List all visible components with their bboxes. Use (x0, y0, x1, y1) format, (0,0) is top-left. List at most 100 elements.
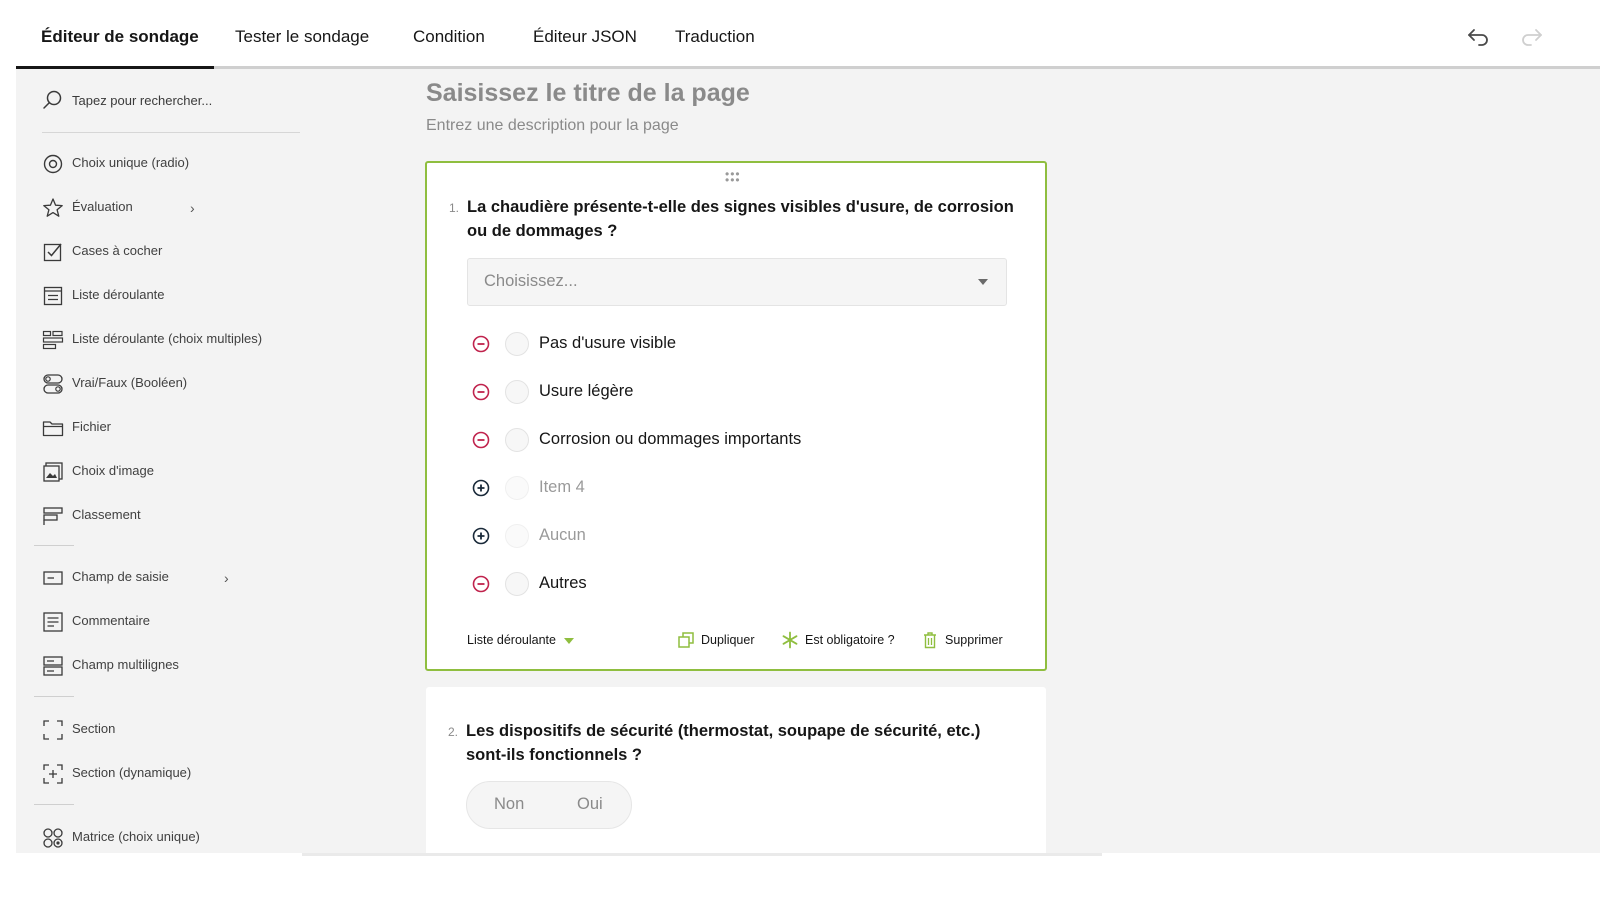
choice-item: Usure légère (471, 377, 1011, 407)
image-icon (43, 462, 63, 482)
tool-panel[interactable]: Section (42, 716, 402, 744)
tool-comment[interactable]: Commentaire (42, 608, 402, 636)
remove-choice-icon[interactable] (471, 430, 491, 450)
drag-handle-icon[interactable]: ••• ••• (725, 168, 741, 186)
multiline-icon (43, 656, 63, 676)
tool-label: Choix unique (radio) (72, 155, 190, 170)
choice-label[interactable]: Item 4 (539, 478, 585, 497)
dynamic-section-icon (43, 764, 63, 784)
tool-label: Fichier (72, 419, 112, 434)
divider (34, 696, 74, 697)
choice-item: Pas d'usure visible (471, 329, 1011, 359)
tool-checkbox[interactable]: Cases à cocher (42, 238, 402, 266)
boolean-false-label[interactable]: Non (494, 795, 524, 814)
tool-label: Vrai/Faux (Booléen) (72, 375, 188, 390)
required-label: Est obligatoire ? (805, 633, 895, 647)
boolean-switch[interactable]: Non Oui (466, 781, 632, 829)
choice-label[interactable]: Pas d'usure visible (539, 334, 676, 353)
boolean-icon (43, 374, 63, 394)
tool-dropdown[interactable]: Liste déroulante (42, 282, 402, 310)
divider (34, 545, 74, 546)
question-number: 2. (448, 725, 459, 739)
chevron-right-icon[interactable]: › (224, 570, 229, 586)
remove-choice-icon[interactable] (471, 334, 491, 354)
tab-logic[interactable]: Condition (413, 0, 485, 69)
tool-radio-group[interactable]: Choix unique (radio) (42, 150, 402, 178)
window-bottom-edge (0, 853, 1600, 900)
tool-label: Classement (72, 507, 141, 522)
tool-panel-dynamic[interactable]: Section (dynamique) (42, 760, 402, 788)
toolbox-search (42, 87, 300, 133)
section-icon (43, 720, 63, 740)
tool-label: Matrice (choix unique) (72, 829, 200, 844)
question-number: 1. (449, 201, 460, 215)
chevron-right-icon[interactable]: › (190, 200, 195, 216)
tool-label: Choix d'image (72, 463, 154, 478)
search-icon (43, 90, 62, 109)
add-choice-icon[interactable] (471, 478, 491, 498)
question-title[interactable]: Les dispositifs de sécurité (thermostat,… (466, 719, 1016, 767)
comment-icon (43, 612, 63, 632)
tool-ranking[interactable]: Classement (42, 502, 402, 530)
design-surface: Saisissez le titre de la page Entrez une… (425, 69, 1600, 887)
ranking-icon (43, 507, 63, 525)
radio-icon (43, 154, 63, 174)
tagbox-icon (42, 330, 64, 350)
radio-button[interactable] (505, 572, 529, 596)
trash-icon (924, 632, 936, 649)
tool-boolean[interactable]: Vrai/Faux (Booléen) (42, 370, 402, 398)
boolean-true-label[interactable]: Oui (577, 795, 603, 814)
tool-rating[interactable]: Évaluation › (42, 194, 402, 222)
tab-bar: Éditeur de sondage Tester le sondage Con… (16, 0, 1600, 69)
radio-button[interactable] (505, 428, 529, 452)
redo-icon[interactable] (1518, 22, 1546, 50)
radio-button (505, 524, 529, 548)
choice-label[interactable]: Aucun (539, 526, 586, 545)
chevron-down-icon (978, 279, 988, 285)
tool-tagbox[interactable]: Liste déroulante (choix multiples) (42, 326, 402, 354)
choice-label[interactable]: Autres (539, 574, 587, 593)
question-title[interactable]: La chaudière présente-t-elle des signes … (467, 195, 1017, 243)
chevron-down-icon (563, 637, 574, 644)
question-type-selector[interactable]: Liste déroulante (467, 633, 574, 647)
remove-choice-icon[interactable] (471, 382, 491, 402)
tool-image-picker[interactable]: Choix d'image (42, 458, 402, 486)
search-input[interactable] (72, 89, 292, 111)
tool-text-input[interactable]: Champ de saisie › (42, 564, 402, 592)
choice-label[interactable]: Usure légère (539, 382, 633, 401)
tab-test-survey[interactable]: Tester le sondage (235, 0, 369, 69)
tool-matrix[interactable]: Matrice (choix unique) (42, 824, 402, 852)
delete-label: Supprimer (945, 633, 1003, 647)
add-choice-icon[interactable] (471, 526, 491, 546)
horizontal-scrollbar[interactable] (302, 853, 1102, 856)
radio-button[interactable] (505, 380, 529, 404)
dropdown-placeholder: Choisissez... (484, 272, 578, 290)
tool-multiple-text[interactable]: Champ multilignes (42, 652, 402, 680)
folder-icon (42, 421, 64, 437)
tool-label: Section (72, 721, 116, 736)
radio-button[interactable] (505, 332, 529, 356)
page-title[interactable]: Saisissez le titre de la page (426, 79, 750, 108)
undo-icon[interactable] (1464, 22, 1492, 50)
divider (34, 804, 74, 805)
choice-label[interactable]: Corrosion ou dommages importants (539, 430, 801, 449)
tab-translation[interactable]: Traduction (675, 0, 755, 69)
tool-label: Commentaire (72, 613, 151, 628)
question-type-label: Liste déroulante (467, 633, 556, 647)
matrix-icon (43, 828, 63, 848)
dropdown-select[interactable]: Choisissez... (467, 258, 1007, 306)
tab-survey-designer[interactable]: Éditeur de sondage (41, 0, 199, 69)
choice-item-other: Autres (471, 569, 1011, 599)
toolbox: Choix unique (radio) Évaluation › Cases … (16, 69, 426, 884)
tab-json-editor[interactable]: Éditeur JSON (533, 0, 637, 69)
tool-file[interactable]: Fichier (42, 414, 402, 442)
question-card-selected[interactable]: ••• ••• 1. La chaudière présente-t-elle d… (425, 161, 1047, 671)
checkbox-icon (43, 243, 62, 262)
asterisk-icon (782, 631, 798, 649)
duplicate-icon (678, 632, 694, 648)
page-description[interactable]: Entrez une description pour la page (426, 117, 679, 135)
choice-item: Corrosion ou dommages importants (471, 425, 1011, 455)
tool-label: Liste déroulante (72, 287, 165, 302)
remove-choice-icon[interactable] (471, 574, 491, 594)
tool-label: Liste déroulante (choix multiples) (72, 331, 263, 346)
